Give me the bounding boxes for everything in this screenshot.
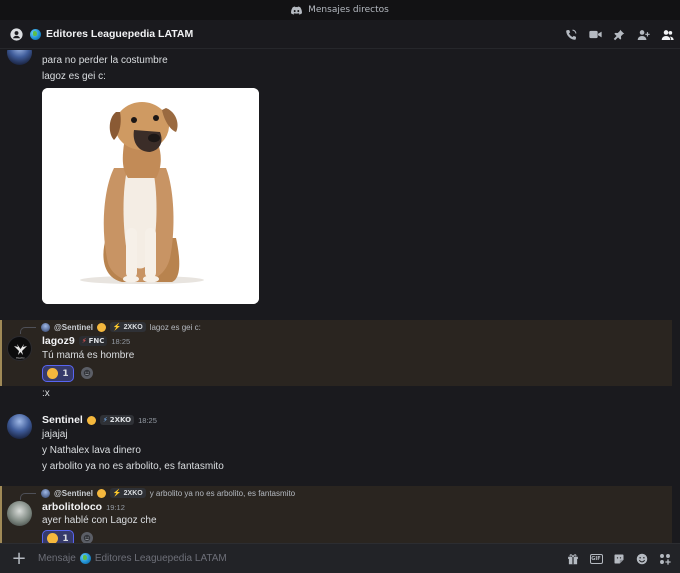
reply-preview[interactable]: @Sentinel ⚡ 2XKO lagoz es gei c: <box>41 322 201 332</box>
author-name[interactable]: arbolitoloco <box>42 501 102 513</box>
guild-tag: ⚡ 2XKO <box>109 322 146 332</box>
window-titlebar: Mensajes directos <box>0 0 680 20</box>
avatar[interactable] <box>7 414 32 439</box>
author-name[interactable]: lagoz9 <box>42 335 75 347</box>
gift-icon[interactable] <box>566 552 580 566</box>
globe-icon <box>30 28 41 40</box>
dog-image[interactable] <box>42 88 259 304</box>
avatar <box>41 322 50 332</box>
apps-icon[interactable] <box>658 552 672 566</box>
reply-connector <box>20 493 36 500</box>
placeholder-prefix: Mensaje <box>38 553 76 564</box>
call-icon[interactable] <box>564 28 578 42</box>
bolt-icon: ⚡ <box>112 490 122 497</box>
video-icon[interactable] <box>588 28 602 42</box>
reply-author[interactable]: @Sentinel <box>54 323 93 332</box>
emoji-icon[interactable] <box>635 552 649 566</box>
message-header: arbolitoloco 19:12 <box>42 501 125 513</box>
reaction-count: 1 <box>62 368 69 379</box>
bolt-icon: ⚡ <box>112 324 122 331</box>
guild-tag: ⚡ 2XKO <box>109 488 146 498</box>
message-text: ayer hablé con Lagoz che <box>42 515 157 526</box>
avatar[interactable]: FNATIC <box>7 336 32 361</box>
message-text: jajajaj <box>42 429 68 440</box>
avatar[interactable] <box>7 50 32 65</box>
composer-toolbar: GIF <box>566 544 672 573</box>
dog-illustration <box>42 88 259 304</box>
message-header: Sentinel ⚡ 2XKO 18:25 <box>42 414 157 426</box>
window-title: Mensajes directos <box>308 5 389 15</box>
guild-tag: ⚡ FNC <box>78 336 108 346</box>
author-name[interactable]: Sentinel <box>42 414 83 426</box>
bolt-icon: ⚡ <box>81 337 87 345</box>
emoji-icon <box>96 322 106 332</box>
friend-icon[interactable] <box>8 26 24 42</box>
avatar <box>41 488 50 498</box>
message-text: :x <box>42 388 50 399</box>
globe-icon <box>79 553 91 564</box>
message-text: para no perder la costumbre <box>42 55 168 66</box>
laughing-emoji-icon <box>47 533 59 543</box>
reaction-laugh[interactable]: 1 <box>42 365 74 382</box>
pin-icon[interactable] <box>612 28 626 42</box>
reaction-count: 1 <box>62 533 69 544</box>
gif-label: GIF <box>589 554 603 564</box>
reaction-laugh[interactable]: 1 <box>42 530 74 543</box>
members-icon[interactable] <box>660 28 674 42</box>
placeholder-channel: Editores Leaguepedia LATAM <box>94 553 227 564</box>
bolt-icon: ⚡ <box>102 416 108 424</box>
avatar[interactable] <box>7 501 32 526</box>
reply-text[interactable]: lagoz es gei c: <box>150 323 201 332</box>
plus-icon[interactable]: + <box>0 544 38 573</box>
channel-header: Editores Leaguepedia LATAM <box>0 20 680 49</box>
emoji-icon <box>96 488 106 498</box>
discord-logo-icon <box>291 6 303 14</box>
guild-tag: ⚡ 2XKO <box>99 415 135 425</box>
reply-preview[interactable]: @Sentinel ⚡ 2XKO y arbolito ya no es arbo… <box>41 488 295 498</box>
laughing-emoji-icon <box>47 368 59 379</box>
message-input[interactable]: Mensaje Editores Leaguepedia LATAM <box>38 553 227 564</box>
message-text: y arbolito ya no es arbolito, es fantasm… <box>42 461 224 472</box>
add-reaction-icon[interactable] <box>81 532 93 543</box>
add-member-icon[interactable] <box>636 28 650 42</box>
emoji-icon <box>86 415 96 425</box>
svg-text:FNATIC: FNATIC <box>16 356 25 360</box>
message-header: lagoz9 ⚡ FNC 18:25 <box>42 335 130 347</box>
channel-title: Editores Leaguepedia LATAM <box>46 28 194 40</box>
reply-text[interactable]: y arbolito ya no es arbolito, es fantasm… <box>150 489 295 498</box>
timestamp: 19:12 <box>106 502 125 512</box>
sticker-icon[interactable] <box>612 552 626 566</box>
add-reaction-icon[interactable] <box>81 367 93 379</box>
header-toolbar <box>564 20 674 49</box>
reply-author[interactable]: @Sentinel <box>54 489 93 498</box>
message-text: Tú mamá es hombre <box>42 350 135 361</box>
timestamp: 18:25 <box>111 336 131 346</box>
message-composer[interactable]: + Mensaje Editores Leaguepedia LATAM GIF <box>0 543 680 573</box>
message-text: y Nathalex lava dinero <box>42 445 141 456</box>
timestamp: 18:25 <box>138 415 157 425</box>
message-text: lagoz es gei c: <box>42 71 106 82</box>
gif-icon[interactable]: GIF <box>589 552 603 566</box>
reply-connector <box>20 327 36 334</box>
message-list[interactable]: para no perder la costumbre lagoz es gei… <box>0 50 680 543</box>
